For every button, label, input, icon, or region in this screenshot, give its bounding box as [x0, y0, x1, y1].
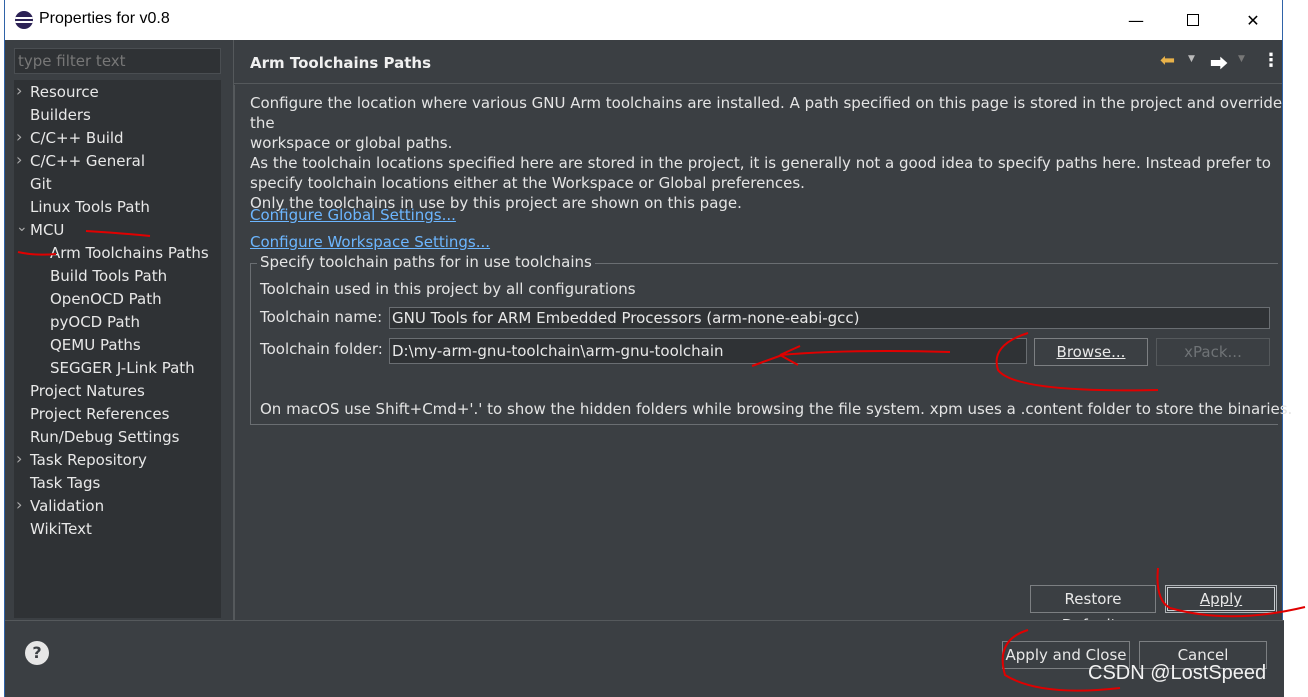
apply-button[interactable]: Apply [1165, 585, 1277, 613]
toolchain-name-label: Toolchain name: [260, 308, 383, 326]
csdn-watermark: CSDN @LostSpeed [1088, 662, 1267, 684]
restore-defaults-button[interactable]: Restore Defaults [1030, 585, 1156, 634]
minimize-button[interactable]: — [1113, 0, 1159, 40]
group-subtitle: Toolchain used in this project by all co… [260, 280, 636, 298]
tree-item[interactable]: QEMU Paths [50, 334, 141, 356]
maximize-icon [1187, 14, 1199, 26]
toolchain-name-field[interactable]: GNU Tools for ARM Embedded Processors (a… [389, 307, 1270, 329]
properties-tree[interactable]: › Resource Builders › C/C++ Build › C/C++ Gene… [14, 80, 221, 618]
dialog-footer: ? Apply and Close Cancel [5, 620, 1284, 697]
apply-label: Apply [1199, 590, 1243, 608]
tree-item[interactable]: Linux Tools Path [30, 196, 150, 218]
view-menu-icon[interactable]: ⋮ [1262, 50, 1280, 71]
tree-item[interactable]: pyOCD Path [50, 311, 140, 333]
back-dropdown-icon[interactable]: ▼ [1188, 54, 1195, 64]
chevron-right-icon[interactable]: › [16, 449, 26, 471]
xpack-button[interactable]: xPack... [1156, 338, 1270, 366]
chevron-right-icon[interactable]: › [16, 127, 26, 149]
tree-item[interactable]: Build Tools Path [50, 265, 167, 287]
help-icon[interactable]: ? [25, 641, 49, 665]
filter-input[interactable]: type filter text [14, 48, 221, 74]
maximize-button[interactable] [1170, 0, 1216, 40]
chevron-right-icon[interactable]: › [16, 150, 26, 172]
description-line: specify toolchain locations either at th… [250, 174, 805, 192]
tree-item[interactable]: Task Repository [30, 449, 147, 471]
configure-global-settings-link[interactable]: Configure Global Settings... [250, 206, 456, 224]
right-pane: Arm Toolchains Paths ⬅ ▼ ⮕ ▼ ⋮ Configure… [234, 40, 1292, 634]
tree-item[interactable]: Arm Toolchains Paths [50, 242, 209, 264]
eclipse-app-icon [15, 11, 33, 29]
toolchain-folder-label: Toolchain folder: [260, 340, 383, 358]
chevron-right-icon[interactable]: › [16, 81, 26, 103]
tree-item[interactable]: SEGGER J-Link Path [50, 357, 195, 379]
tree-item[interactable]: Resource [30, 81, 99, 103]
xpack-button-label: xPack... [1184, 343, 1242, 361]
back-arrow-icon[interactable]: ⬅ [1160, 50, 1175, 71]
tree-item[interactable]: WikiText [30, 518, 92, 540]
tree-item[interactable]: OpenOCD Path [50, 288, 162, 310]
tree-item[interactable]: MCU [30, 219, 64, 241]
toolchain-paths-group: Specify toolchain paths for in use toolc… [250, 253, 1292, 425]
page-title: Arm Toolchains Paths [250, 54, 432, 72]
tree-item[interactable]: Run/Debug Settings [30, 426, 179, 448]
configure-workspace-settings-link[interactable]: Configure Workspace Settings... [250, 233, 490, 251]
chevron-down-icon[interactable]: ⌄ [16, 219, 28, 241]
tree-item[interactable]: C/C++ Build [30, 127, 124, 149]
properties-dialog: Properties for v0.8 — ✕ type filter text… [4, 0, 1292, 697]
tree-item[interactable]: C/C++ General [30, 150, 145, 172]
close-icon: ✕ [1246, 10, 1260, 30]
tree-item[interactable]: Project Natures [30, 380, 145, 402]
close-button[interactable]: ✕ [1230, 0, 1276, 40]
tree-item[interactable]: Validation [30, 495, 104, 517]
group-title: Specify toolchain paths for in use toolc… [257, 253, 595, 271]
minimize-icon: — [1128, 10, 1144, 30]
forward-dropdown-icon[interactable]: ▼ [1238, 54, 1245, 64]
tree-item[interactable]: Git [30, 173, 52, 195]
page-header: Arm Toolchains Paths ⬅ ▼ ⮕ ▼ ⋮ [234, 40, 1282, 84]
title-bar: Properties for v0.8 — ✕ [5, 0, 1282, 40]
description-line: Configure the location where various GNU… [250, 94, 1283, 132]
window-title: Properties for v0.8 [39, 10, 170, 27]
browse-button[interactable]: Browse... [1034, 338, 1148, 366]
page-description: Configure the location where various GNU… [250, 93, 1285, 213]
description-line: workspace or global paths. [250, 134, 453, 152]
toolchain-folder-input[interactable]: D:\my-arm-gnu-toolchain\arm-gnu-toolchai… [389, 338, 1027, 364]
tree-item[interactable]: Project References [30, 403, 169, 425]
page-content: Configure the location where various GNU… [234, 85, 1292, 634]
tree-item[interactable]: Builders [30, 104, 91, 126]
forward-arrow-icon[interactable]: ⮕ [1210, 50, 1228, 76]
chevron-right-icon[interactable]: › [16, 495, 26, 517]
macos-note: On macOS use Shift+Cmd+'.' to show the h… [260, 400, 1293, 418]
left-pane: type filter text › Resource Builders › C/C++… [5, 40, 234, 620]
tree-item[interactable]: Task Tags [30, 472, 100, 494]
browse-button-label: Browse... [1056, 343, 1126, 361]
description-line: As the toolchain locations specified her… [250, 154, 1271, 172]
